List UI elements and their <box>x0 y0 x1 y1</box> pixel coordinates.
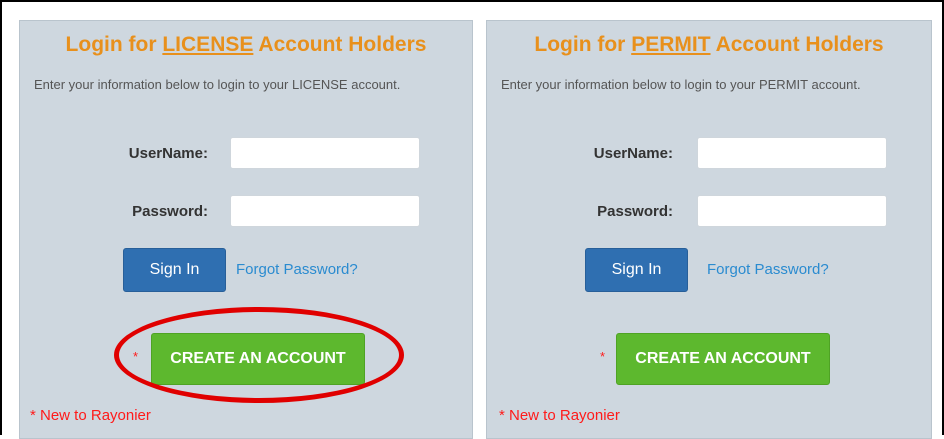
permit-new-to-rayonier-note: * New to Rayonier <box>499 407 620 424</box>
permit-create-account-button[interactable]: CREATE AN ACCOUNT <box>616 333 830 385</box>
permit-password-input[interactable] <box>697 195 887 227</box>
license-password-input[interactable] <box>230 195 420 227</box>
license-login-panel: Login for LICENSE Account Holders Enter … <box>19 20 473 439</box>
license-panel-title: Login for LICENSE Account Holders <box>20 33 472 57</box>
license-new-to-rayonier-note: * New to Rayonier <box>30 407 151 424</box>
permit-password-label: Password: <box>597 203 673 220</box>
permit-login-panel: Login for PERMIT Account Holders Enter y… <box>486 20 932 439</box>
permit-title-keyword: PERMIT <box>631 33 711 56</box>
permit-forgot-password-link[interactable]: Forgot Password? <box>707 261 829 278</box>
permit-signin-button[interactable]: Sign In <box>585 248 688 292</box>
license-required-asterisk: * <box>133 349 139 364</box>
license-password-label: Password: <box>132 203 208 220</box>
permit-panel-description: Enter your information below to login to… <box>501 77 861 92</box>
permit-title-prefix: Login for <box>534 33 632 56</box>
license-username-input[interactable] <box>230 137 420 169</box>
license-username-label: UserName: <box>128 145 208 162</box>
license-title-suffix: Account Holders <box>253 33 427 56</box>
permit-title-suffix: Account Holders <box>710 33 884 56</box>
license-signin-button[interactable]: Sign In <box>123 248 226 292</box>
license-forgot-password-link[interactable]: Forgot Password? <box>236 261 358 278</box>
license-create-account-button[interactable]: CREATE AN ACCOUNT <box>151 333 365 385</box>
screenshot-frame: Login for LICENSE Account Holders Enter … <box>0 0 944 439</box>
permit-username-label: UserName: <box>593 145 673 162</box>
permit-username-input[interactable] <box>697 137 887 169</box>
license-panel-description: Enter your information below to login to… <box>34 77 401 92</box>
permit-required-asterisk: * <box>600 349 606 364</box>
license-title-keyword: LICENSE <box>162 33 254 56</box>
license-title-prefix: Login for <box>65 33 163 56</box>
permit-panel-title: Login for PERMIT Account Holders <box>487 33 931 57</box>
